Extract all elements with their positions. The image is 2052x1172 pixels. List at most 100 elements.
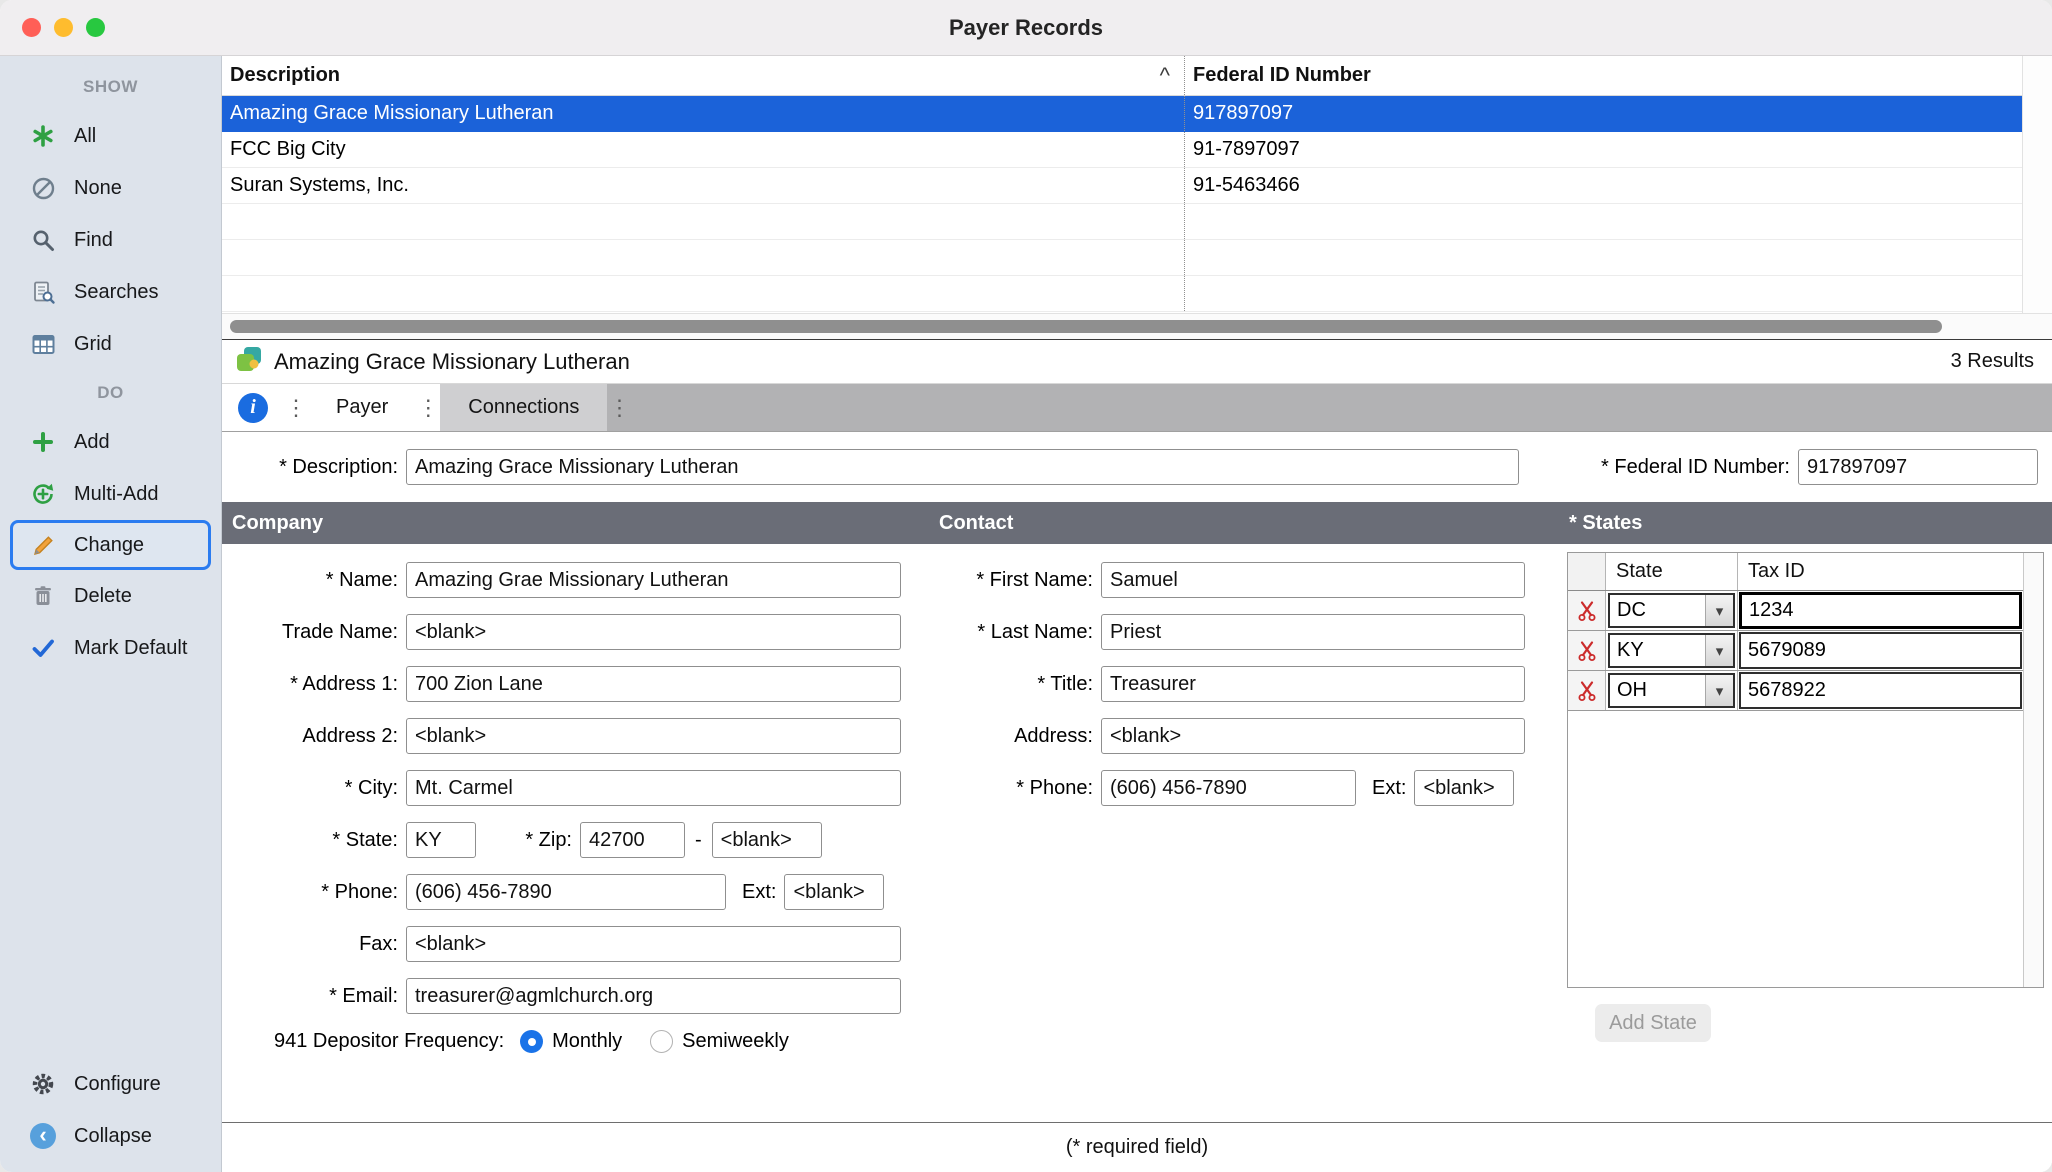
info-button[interactable]: i [222, 384, 284, 431]
last-name-input[interactable] [1101, 614, 1525, 650]
company-section: Company * Name: Trade Name: * [222, 502, 929, 1122]
contact-address-input[interactable] [1101, 718, 1525, 754]
close-button[interactable] [22, 18, 41, 37]
info-icon: i [238, 393, 268, 423]
contact-phone-label: * Phone: [929, 777, 1101, 800]
horizontal-scrollbar-thumb[interactable] [230, 320, 1942, 333]
company-phone-input[interactable] [406, 874, 726, 910]
delete-state-button[interactable] [1568, 591, 1606, 630]
state-select[interactable]: OH ▾ [1608, 673, 1735, 708]
state-row: KY ▾ [1568, 631, 2023, 671]
sidebar-item-label: Add [74, 431, 110, 454]
state-select[interactable]: DC ▾ [1608, 593, 1735, 628]
trade-name-input[interactable] [406, 614, 901, 650]
record-header: Amazing Grace Missionary Lutheran 3 Resu… [222, 340, 2052, 384]
email-input[interactable] [406, 978, 901, 1014]
radio-monthly[interactable]: Monthly [520, 1030, 622, 1053]
drag-handle-icon[interactable]: ⋮ [416, 384, 440, 431]
contact-ext-input[interactable] [1414, 770, 1514, 806]
address1-label: * Address 1: [234, 673, 406, 696]
tab-payer[interactable]: Payer [308, 384, 416, 431]
state-row: OH ▾ [1568, 671, 2023, 711]
column-header-federal-id[interactable]: Federal ID Number [1184, 56, 2022, 95]
radio-monthly-label: Monthly [552, 1030, 622, 1053]
state-input[interactable] [406, 822, 476, 858]
sidebar-item-add[interactable]: Add [0, 416, 221, 468]
company-name-input[interactable] [406, 562, 901, 598]
vertical-scrollbar-track[interactable] [2022, 56, 2052, 313]
record-title: Amazing Grace Missionary Lutheran [274, 349, 630, 375]
depositor-frequency-row: 941 Depositor Frequency: Monthly Semiwee… [222, 1030, 929, 1053]
table-row-empty [222, 204, 2022, 240]
tax-id-input[interactable] [1739, 592, 2022, 629]
radio-semiweekly[interactable]: Semiweekly [650, 1030, 789, 1053]
depositor-frequency-label: 941 Depositor Frequency: [274, 1030, 520, 1053]
sidebar-item-none[interactable]: None [0, 162, 221, 214]
sidebar-item-label: Change [74, 534, 144, 557]
company-ext-input[interactable] [784, 874, 884, 910]
add-state-button[interactable]: Add State [1595, 1004, 1711, 1042]
gear-icon [26, 1069, 60, 1099]
table-row[interactable]: Suran Systems, Inc. 91-5463466 [222, 168, 2022, 204]
contact-ext-label: Ext: [1372, 777, 1414, 800]
sidebar-item-mark-default[interactable]: Mark Default [0, 622, 221, 674]
city-input[interactable] [406, 770, 901, 806]
sidebar-item-collapse[interactable]: ‹ Collapse [0, 1110, 221, 1162]
multi-add-icon [26, 479, 60, 509]
sidebar-item-label: Collapse [74, 1125, 152, 1148]
states-state-column-header: State [1606, 553, 1738, 590]
title-input[interactable] [1101, 666, 1525, 702]
zip4-input[interactable] [712, 822, 822, 858]
tab-connections[interactable]: Connections [440, 384, 607, 431]
tax-id-input[interactable] [1739, 672, 2022, 709]
scissors-icon [1577, 600, 1597, 622]
address2-input[interactable] [406, 718, 901, 754]
last-name-label: * Last Name: [929, 621, 1101, 644]
sidebar-item-multi-add[interactable]: Multi-Add [0, 468, 221, 520]
address1-input[interactable] [406, 666, 901, 702]
sidebar-item-searches[interactable]: Searches [0, 266, 221, 318]
federal-id-input[interactable] [1798, 449, 2038, 485]
payer-list: Description ^ Federal ID Number Amazing … [222, 56, 2052, 340]
description-input[interactable] [406, 449, 1519, 485]
zip-separator: - [695, 829, 702, 852]
sidebar-item-label: Mark Default [74, 637, 187, 660]
sidebar-item-label: Multi-Add [74, 483, 158, 506]
contact-phone-input[interactable] [1101, 770, 1356, 806]
cell-description: Amazing Grace Missionary Lutheran [222, 96, 1184, 131]
results-count: 3 Results [1951, 350, 2034, 373]
column-label-federal-id: Federal ID Number [1193, 64, 1371, 87]
drag-handle-icon[interactable]: ⋮ [284, 384, 308, 431]
delete-state-button[interactable] [1568, 631, 1606, 670]
states-table: State Tax ID DC [1567, 552, 2044, 988]
state-select-value: KY [1610, 635, 1705, 666]
cell-federal-id: 91-7897097 [1184, 132, 2022, 167]
sidebar-item-change[interactable]: Change [10, 520, 211, 570]
cell-description: Suran Systems, Inc. [222, 168, 1184, 203]
table-row[interactable]: Amazing Grace Missionary Lutheran 917897… [222, 96, 2022, 132]
state-select-value: OH [1610, 675, 1705, 706]
table-row[interactable]: FCC Big City 91-7897097 [222, 132, 2022, 168]
sidebar-item-delete[interactable]: Delete [0, 570, 221, 622]
contact-address-label: Address: [929, 725, 1101, 748]
column-header-description[interactable]: Description ^ [222, 63, 1184, 89]
states-scrollbar-track[interactable] [2023, 553, 2043, 987]
fax-input[interactable] [406, 926, 901, 962]
delete-state-button[interactable] [1568, 671, 1606, 710]
state-select[interactable]: KY ▾ [1608, 633, 1735, 668]
minimize-button[interactable] [54, 18, 73, 37]
titlebar: Payer Records [0, 0, 2052, 56]
tax-id-input[interactable] [1739, 632, 2022, 669]
state-row: DC ▾ [1568, 591, 2023, 631]
sidebar-item-find[interactable]: Find [0, 214, 221, 266]
first-name-input[interactable] [1101, 562, 1525, 598]
zoom-button[interactable] [86, 18, 105, 37]
horizontal-scrollbar-track[interactable] [222, 313, 2052, 339]
cell-description: FCC Big City [222, 132, 1184, 167]
drag-handle-icon[interactable]: ⋮ [607, 384, 631, 431]
chevron-down-icon: ▾ [1705, 595, 1733, 626]
sidebar-item-grid[interactable]: Grid [0, 318, 221, 370]
zip-input[interactable] [580, 822, 685, 858]
sidebar-item-configure[interactable]: Configure [0, 1058, 221, 1110]
sidebar-item-all[interactable]: All [0, 110, 221, 162]
